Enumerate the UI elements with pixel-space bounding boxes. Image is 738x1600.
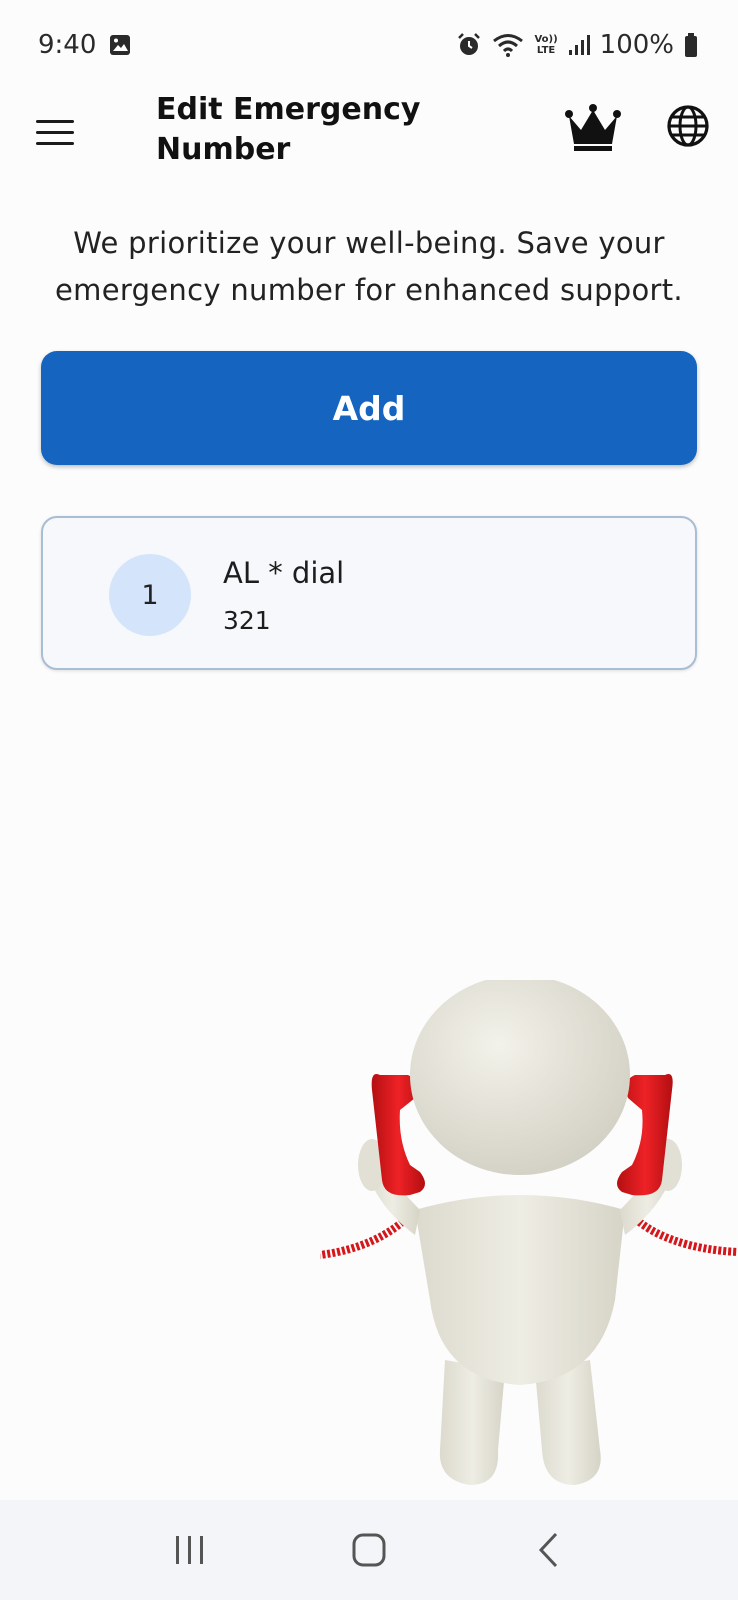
globe-icon[interactable] xyxy=(666,104,710,148)
status-time: 9:40 xyxy=(38,30,97,60)
page-title: Edit Emergency Number xyxy=(156,90,456,170)
home-icon[interactable] xyxy=(339,1520,399,1580)
screen: 9:40 Vo)) LTE 100% Edit Emergency Number… xyxy=(0,0,738,1600)
add-button[interactable]: Add xyxy=(41,351,697,465)
recents-icon[interactable] xyxy=(160,1520,220,1580)
volte-bottom-label: LTE xyxy=(536,45,556,56)
volte-top-label: Vo)) xyxy=(534,34,558,45)
intro-text-line1: We prioritize your well-being. Save your xyxy=(73,226,665,260)
gallery-icon xyxy=(108,33,132,57)
system-nav-bar xyxy=(0,1500,738,1600)
page-title-line1: Edit Emergency xyxy=(156,92,421,127)
crown-icon[interactable] xyxy=(564,102,622,154)
alarm-icon xyxy=(456,32,482,58)
contact-number: 321 xyxy=(223,606,271,635)
wifi-icon xyxy=(492,32,524,58)
back-icon[interactable] xyxy=(518,1520,578,1580)
contact-card[interactable]: 1 AL * dial 321 xyxy=(41,516,697,670)
menu-icon[interactable] xyxy=(36,110,80,154)
contact-index-badge: 1 xyxy=(109,554,191,636)
page-title-line2: Number xyxy=(156,132,291,167)
battery-percent: 100% xyxy=(599,30,674,60)
status-bar: 9:40 Vo)) LTE 100% xyxy=(0,0,738,90)
intro-text: We prioritize your well-being. Save your… xyxy=(30,220,708,314)
volte-icon: Vo)) LTE xyxy=(534,34,557,56)
battery-icon xyxy=(684,33,698,57)
contact-name: AL * dial xyxy=(223,556,345,590)
intro-text-line2: emergency number for enhanced support. xyxy=(55,273,683,307)
person-with-phones-illustration xyxy=(319,975,738,1500)
signal-icon xyxy=(568,34,590,56)
app-bar: Edit Emergency Number xyxy=(0,88,738,188)
